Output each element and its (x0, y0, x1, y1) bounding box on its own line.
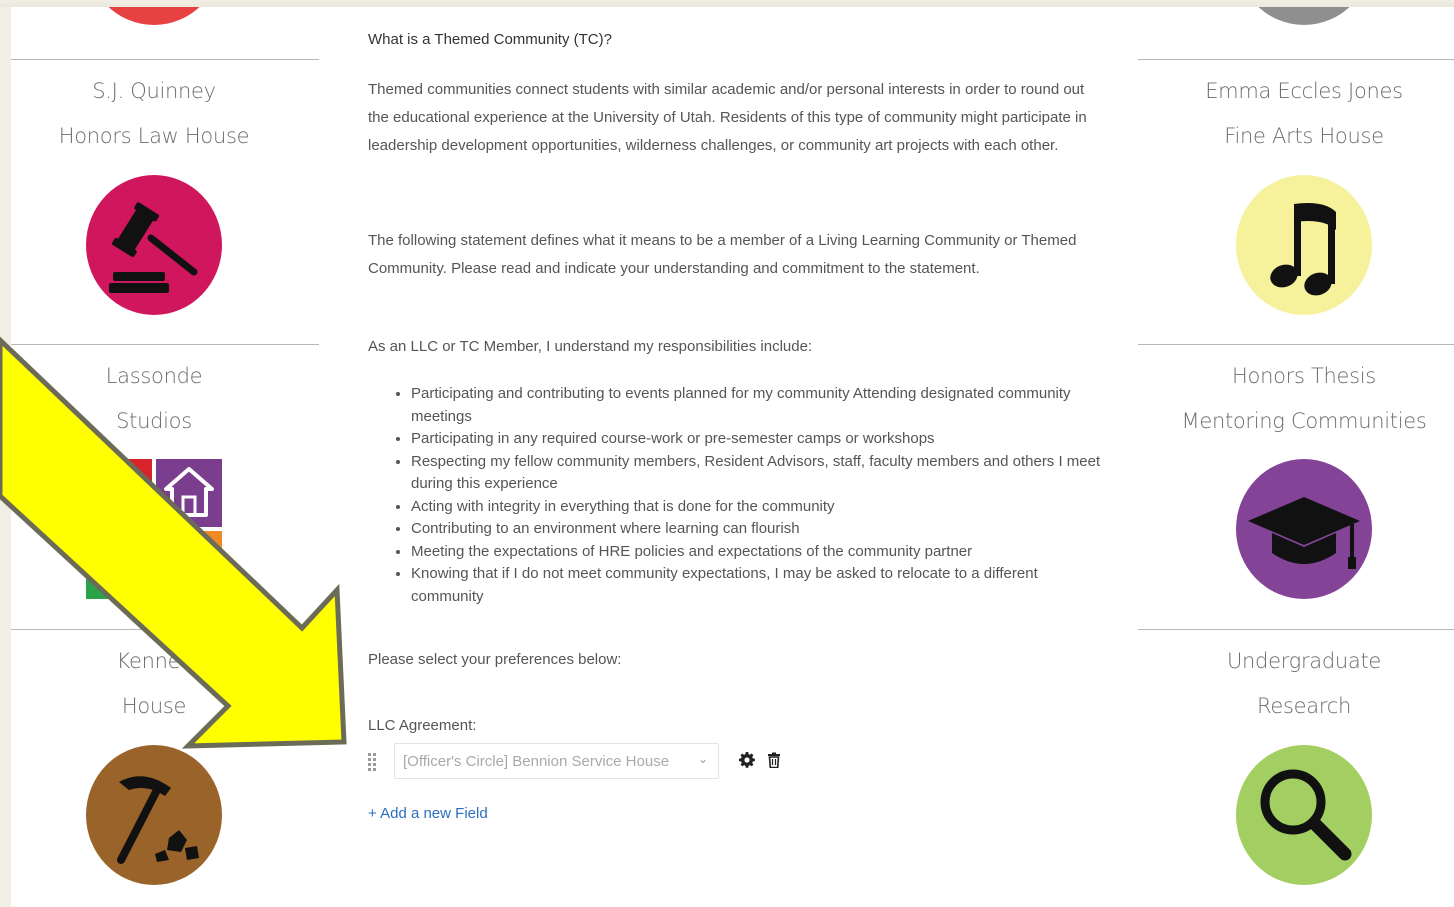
list-item: Contributing to an environment where lea… (411, 518, 1101, 541)
field-label: LLC Agreement: (368, 717, 477, 734)
graduation-cap-icon (1248, 497, 1360, 569)
gavel-icon (109, 202, 198, 293)
list-item: Acting with integrity in everything that… (411, 496, 1101, 519)
top-edge (0, 0, 1454, 7)
fine-arts-circle[interactable] (1236, 175, 1372, 315)
divider (11, 59, 319, 60)
honors-thesis-circle[interactable] (1236, 459, 1372, 599)
responsibilities-list: Participating and contributing to events… (368, 383, 1101, 608)
community-title-fine-arts[interactable]: Emma Eccles Jones Fine Arts House (1154, 69, 1454, 159)
list-item: Knowing that if I do not meet community … (411, 563, 1101, 608)
top-left-partial-circle (86, 7, 222, 25)
question-heading: What is a Themed Community (TC)? (368, 31, 612, 48)
divider (1138, 344, 1454, 345)
hammer-rocks-icon (117, 776, 199, 864)
list-item: Participating in any required course-wor… (411, 428, 1101, 451)
kennecott-house-circle[interactable] (86, 745, 222, 885)
list-item: Participating and contributing to events… (411, 383, 1101, 428)
select-value: [Officer's Circle] Bennion Service House (403, 753, 670, 770)
research-circle[interactable] (1236, 745, 1372, 885)
community-title-kennecott[interactable]: Kennec House (11, 639, 297, 729)
page-content: S.J. Quinney Honors Law House Lassonde S… (11, 7, 1454, 907)
divider (1138, 59, 1454, 60)
law-house-circle[interactable] (86, 175, 222, 315)
chevron-down-icon: ⌄ (697, 752, 708, 766)
drag-handle-icon[interactable] (368, 753, 376, 773)
music-note-icon (1270, 203, 1336, 296)
intro-paragraph: Themed communities connect students with… (368, 81, 1087, 154)
house-blocks-icon[interactable] (86, 459, 222, 599)
preferences-prompt: Please select your preferences below: (368, 651, 622, 668)
llc-agreement-select[interactable]: [Officer's Circle] Bennion Service House… (394, 743, 719, 779)
trash-icon[interactable] (766, 752, 782, 768)
list-item: Respecting my fellow community members, … (411, 451, 1101, 496)
llc-agreement-field-row: [Officer's Circle] Bennion Service House… (368, 743, 808, 781)
community-title-lassonde[interactable]: Lassonde Studios (11, 354, 297, 444)
list-item: Meeting the expectations of HRE policies… (411, 541, 1101, 564)
magnifier-icon (1260, 769, 1352, 861)
community-title-law[interactable]: S.J. Quinney Honors Law House (11, 69, 297, 159)
responsibilities-heading: As an LLC or TC Member, I understand my … (368, 338, 813, 355)
add-new-field-link[interactable]: + Add a new Field (368, 805, 488, 822)
divider (11, 344, 319, 345)
divider (1138, 629, 1454, 630)
top-right-partial-circle (1236, 7, 1372, 25)
statement-paragraph: The following statement defines what it … (368, 232, 1077, 277)
community-title-honors-thesis[interactable]: Honors Thesis Mentoring Communities (1154, 354, 1454, 444)
community-title-undergraduate-research[interactable]: Undergraduate Research (1154, 639, 1454, 729)
gear-icon[interactable] (739, 752, 755, 768)
divider (11, 629, 319, 630)
